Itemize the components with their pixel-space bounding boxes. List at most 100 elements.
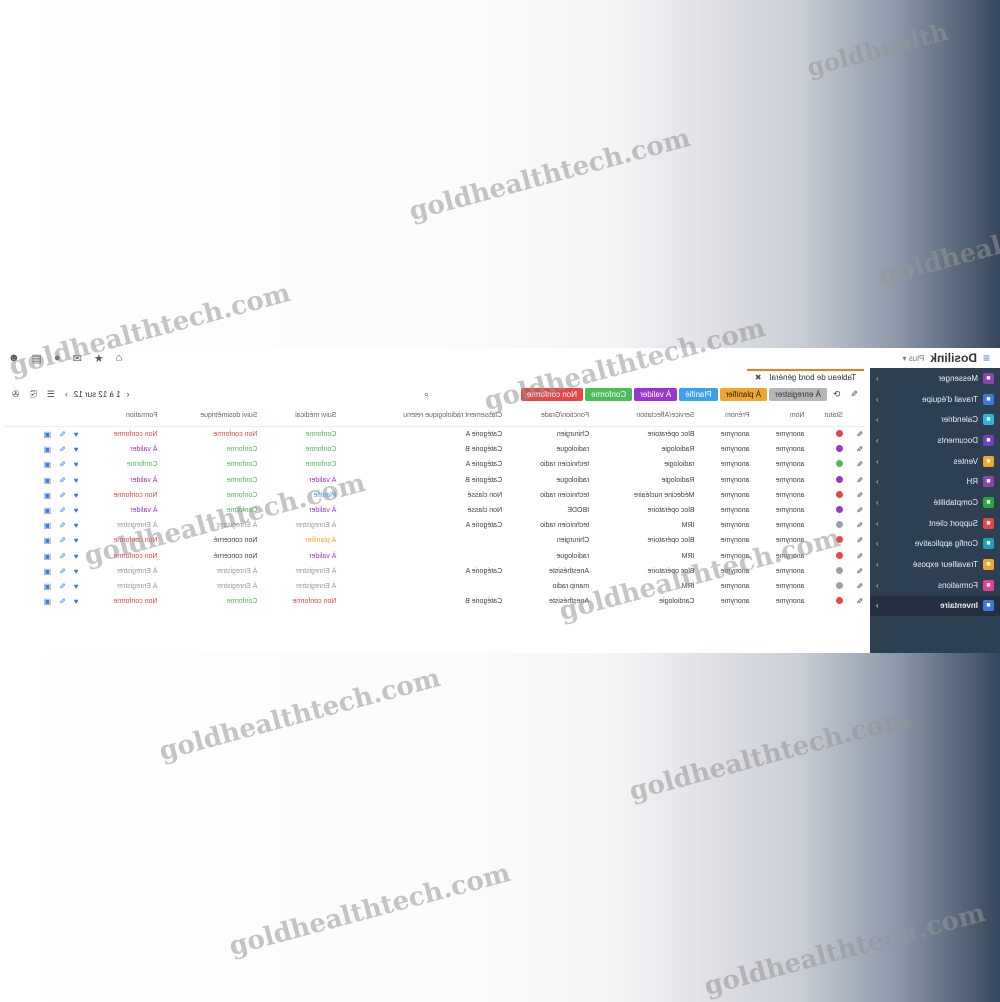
file-icon[interactable]: ▣ xyxy=(44,506,52,515)
file-icon[interactable]: ▣ xyxy=(44,582,52,591)
file-icon[interactable]: ▣ xyxy=(44,460,52,469)
column-header[interactable]: Classement radiologique retenu xyxy=(339,404,506,427)
file-icon[interactable]: ▣ xyxy=(44,567,52,576)
column-header[interactable] xyxy=(845,404,866,427)
table-row[interactable]: ✎ anonyme anonyme Bloc opératoire IBODE Non c… xyxy=(4,503,866,518)
table-row[interactable]: ✎ anonyme anonyme Cardiologie Anesthésiste Ca… xyxy=(4,594,866,609)
sidebar-item-7[interactable]: ■ Support client › xyxy=(870,513,1000,534)
pin-icon[interactable]: ✎ xyxy=(59,536,66,545)
pin-icon[interactable]: ✎ xyxy=(59,521,66,530)
filter-button-valider[interactable]: À valider xyxy=(634,387,678,401)
heart-icon[interactable]: ♥ xyxy=(74,582,79,591)
column-header[interactable]: Suivi médical xyxy=(260,404,340,427)
table-row[interactable]: ✎ anonyme anonyme Radiologie radiologue Catég… xyxy=(4,442,866,457)
table-row[interactable]: ✎ anonyme anonyme radiologie technicien radi… xyxy=(4,457,866,472)
document-icon[interactable]: ▤ xyxy=(32,352,42,365)
search-icon[interactable]: ⌕ xyxy=(424,389,429,400)
sidebar-item-9[interactable]: ■ Travailleur exposé › xyxy=(870,554,1000,575)
table-row[interactable]: ✎ anonyme anonyme Bloc opératoire Chirurgien… xyxy=(4,427,866,443)
heart-icon[interactable]: ♥ xyxy=(74,536,79,545)
column-header[interactable]: Suivi dosimétrique xyxy=(160,404,261,427)
sidebar-item-10[interactable]: ■ Formations › xyxy=(870,575,1000,596)
sidebar-item-0[interactable]: ■ Messenger › xyxy=(870,368,1000,389)
table-row[interactable]: ✎ anonyme anonyme IRM radiologue À valider Non… xyxy=(4,549,866,564)
pin-icon[interactable]: ✎ xyxy=(59,582,66,591)
edit-cell[interactable]: ✎ xyxy=(846,488,866,503)
pin-icon[interactable]: ✎ xyxy=(59,476,66,485)
column-header[interactable]: Service/Affectation xyxy=(592,404,698,427)
edit-cell[interactable]: ✎ xyxy=(846,457,866,472)
edit-cell[interactable]: ✎ xyxy=(846,594,866,609)
sidebar-item-6[interactable]: ■ Comptabilité › xyxy=(870,492,1000,513)
pencil-icon[interactable]: ✎ xyxy=(856,521,863,530)
pin-icon[interactable]: ✎ xyxy=(59,597,66,606)
edit-cell[interactable]: ✎ xyxy=(846,473,866,488)
edit-cell[interactable]: ✎ xyxy=(846,564,866,579)
table-row[interactable]: ✎ anonyme anonyme IRM manip radio À Enregistr… xyxy=(4,579,866,594)
file-icon[interactable]: ▣ xyxy=(44,597,52,606)
pencil-icon[interactable]: ✎ xyxy=(856,430,863,439)
pencil-icon[interactable]: ✎ xyxy=(856,597,863,606)
sidebar-item-3[interactable]: ■ Documents › xyxy=(870,430,1000,451)
filter-button-nonconf[interactable]: Non conforme xyxy=(520,387,584,401)
table-row[interactable]: ✎ anonyme anonyme Bloc opératoire Chirurgien… xyxy=(4,533,866,548)
heart-icon[interactable]: ♥ xyxy=(74,430,79,439)
column-header[interactable]: Nom xyxy=(752,404,808,427)
home-icon[interactable]: ⌂ xyxy=(116,352,123,365)
pencil-icon[interactable]: ✎ xyxy=(856,582,863,591)
sidebar-item-4[interactable]: ■ Ventes › xyxy=(870,451,1000,472)
heart-icon[interactable]: ♥ xyxy=(74,491,79,500)
pencil-icon[interactable]: ✎ xyxy=(856,552,863,561)
file-icon[interactable]: ▣ xyxy=(44,476,52,485)
heart-icon[interactable]: ♥ xyxy=(74,506,79,515)
pencil-icon[interactable]: ✎ xyxy=(856,536,863,545)
pin-icon[interactable]: ✎ xyxy=(59,460,66,469)
pencil-icon[interactable]: ✎ xyxy=(856,445,863,454)
pin-icon[interactable]: ✎ xyxy=(59,430,66,439)
sidebar-item-5[interactable]: ■ RH › xyxy=(870,471,1000,492)
edit-cell[interactable]: ✎ xyxy=(846,427,866,443)
edit-cell[interactable]: ✎ xyxy=(846,503,866,518)
star-icon[interactable]: ★ xyxy=(94,352,104,365)
column-header[interactable]: Statut xyxy=(807,404,846,427)
heart-icon[interactable]: ♥ xyxy=(74,552,79,561)
column-header[interactable]: Fonction/Grade xyxy=(505,404,593,427)
heart-icon[interactable]: ♥ xyxy=(74,521,79,530)
close-icon[interactable]: ✖ xyxy=(755,373,762,382)
settings-icon[interactable]: ✎ xyxy=(850,389,858,400)
sidebar-item-1[interactable]: ■ Travail d'équipe › xyxy=(870,389,1000,410)
filter-button-enreg[interactable]: À enregistrer xyxy=(769,387,827,401)
brand-logo[interactable]: Dosilink xyxy=(930,351,977,365)
hamburger-icon[interactable]: ≡ xyxy=(983,351,990,365)
file-icon[interactable]: ▣ xyxy=(44,521,52,530)
pencil-icon[interactable]: ✎ xyxy=(856,506,863,515)
edit-cell[interactable]: ✎ xyxy=(846,518,866,533)
table-row[interactable]: ✎ anonyme anonyme Radiologie radiologue Catég… xyxy=(4,473,866,488)
sidebar-item-11[interactable]: ■ Inventaire › xyxy=(870,595,1000,617)
pin-icon[interactable]: ✎ xyxy=(59,445,66,454)
table-row[interactable]: ✎ anonyme anonyme Bloc opératoire Anesthésis… xyxy=(4,564,866,579)
plus-menu[interactable]: Plus ▾ xyxy=(902,354,924,363)
pin-icon[interactable]: ✎ xyxy=(59,506,66,515)
bell-icon[interactable]: ● xyxy=(54,352,61,365)
pencil-icon[interactable]: ✎ xyxy=(856,567,863,576)
sidebar-item-2[interactable]: ■ Calendrier › xyxy=(870,409,1000,430)
prev-page-icon[interactable]: ‹ xyxy=(127,389,130,399)
pencil-icon[interactable]: ✎ xyxy=(856,460,863,469)
tab-dashboard[interactable]: Tableau de bord général ✖ xyxy=(746,369,864,384)
file-icon[interactable]: ▣ xyxy=(44,491,52,500)
list-view-icon[interactable]: ☰ xyxy=(47,389,55,400)
refresh-icon[interactable]: ⟳ xyxy=(833,389,841,400)
table-row[interactable]: ✎ anonyme anonyme IRM technicien radio Catégo… xyxy=(4,518,866,533)
heart-icon[interactable]: ♥ xyxy=(74,445,79,454)
pin-icon[interactable]: ✎ xyxy=(59,552,66,561)
sidebar-item-8[interactable]: ■ Config applicative › xyxy=(870,534,1000,555)
file-icon[interactable]: ▣ xyxy=(44,552,52,561)
table-row[interactable]: ✎ anonyme anonyme Médecine nucléaire technic… xyxy=(4,488,866,503)
heart-icon[interactable]: ♥ xyxy=(74,476,79,485)
export-icon[interactable]: ⎘ xyxy=(30,389,37,400)
edit-cell[interactable]: ✎ xyxy=(846,579,866,594)
column-header[interactable] xyxy=(4,404,82,427)
pencil-icon[interactable]: ✎ xyxy=(856,476,863,485)
edit-cell[interactable]: ✎ xyxy=(846,533,866,548)
